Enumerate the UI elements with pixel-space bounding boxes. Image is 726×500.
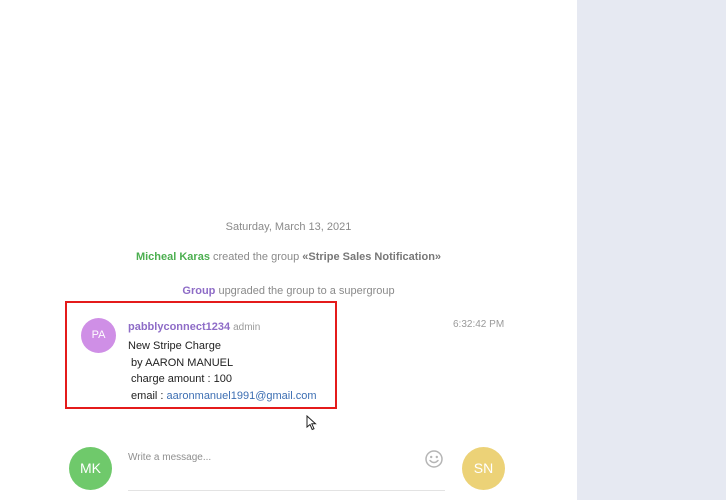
chat-peer-avatar[interactable]: SN (462, 447, 505, 490)
author-avatar[interactable]: PA (81, 318, 116, 353)
message-input[interactable] (128, 446, 418, 468)
message-line-title: New Stripe Charge (128, 340, 221, 352)
message-line-email: email : aaronmanuel1991@gmail.com (128, 388, 317, 405)
emoji-icon[interactable] (424, 449, 444, 469)
mouse-cursor-icon (306, 415, 317, 431)
message-time: 6:32:42 PM (453, 319, 505, 330)
message-line-by: by AARON MANUEL (128, 356, 234, 369)
message-body: New Stripe Charge by AARON MANUEL charge… (128, 338, 317, 404)
service-message-upgraded: Group upgraded the group to a supergroup (0, 285, 577, 297)
message-header: pabblyconnect1234 admin (128, 321, 260, 333)
date-separator: Saturday, March 13, 2021 (225, 221, 352, 233)
service-target: «Stripe Sales Notification» (302, 251, 442, 263)
email-label: email : (128, 389, 167, 402)
message-highlighted[interactable]: PA pabblyconnect1234 admin New Stripe Cha… (65, 301, 337, 409)
input-underline (128, 490, 445, 491)
service-actor-link[interactable]: Micheal Karas (136, 251, 210, 263)
email-link[interactable]: aaronmanuel1991@gmail.com (167, 390, 317, 402)
current-user-avatar[interactable]: MK (69, 447, 112, 490)
service-actor-link[interactable]: Group (182, 285, 215, 297)
right-panel (577, 0, 726, 500)
service-message-created: Micheal Karas created the group «Stripe … (0, 251, 577, 263)
author-name[interactable]: pabblyconnect1234 (128, 321, 230, 333)
service-text: upgraded the group to a supergroup (215, 285, 395, 297)
composer: MK SN (0, 440, 577, 500)
author-role: admin (233, 322, 261, 333)
chat-pane: Saturday, March 13, 2021 Micheal Karas c… (0, 0, 577, 500)
message-line-amount: charge amount : 100 (128, 373, 232, 385)
service-text: created the group (209, 251, 303, 263)
